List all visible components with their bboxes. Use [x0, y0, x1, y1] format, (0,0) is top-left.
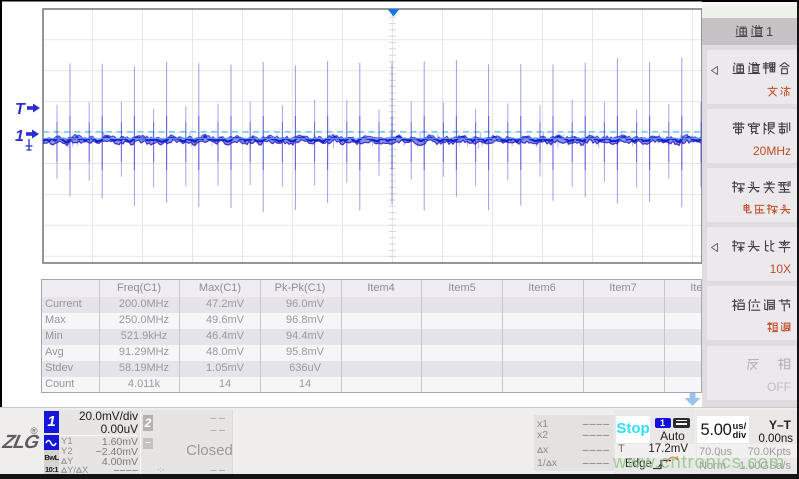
svg-text:1: 1 — [15, 128, 24, 145]
svg-text:T: T — [15, 101, 26, 118]
